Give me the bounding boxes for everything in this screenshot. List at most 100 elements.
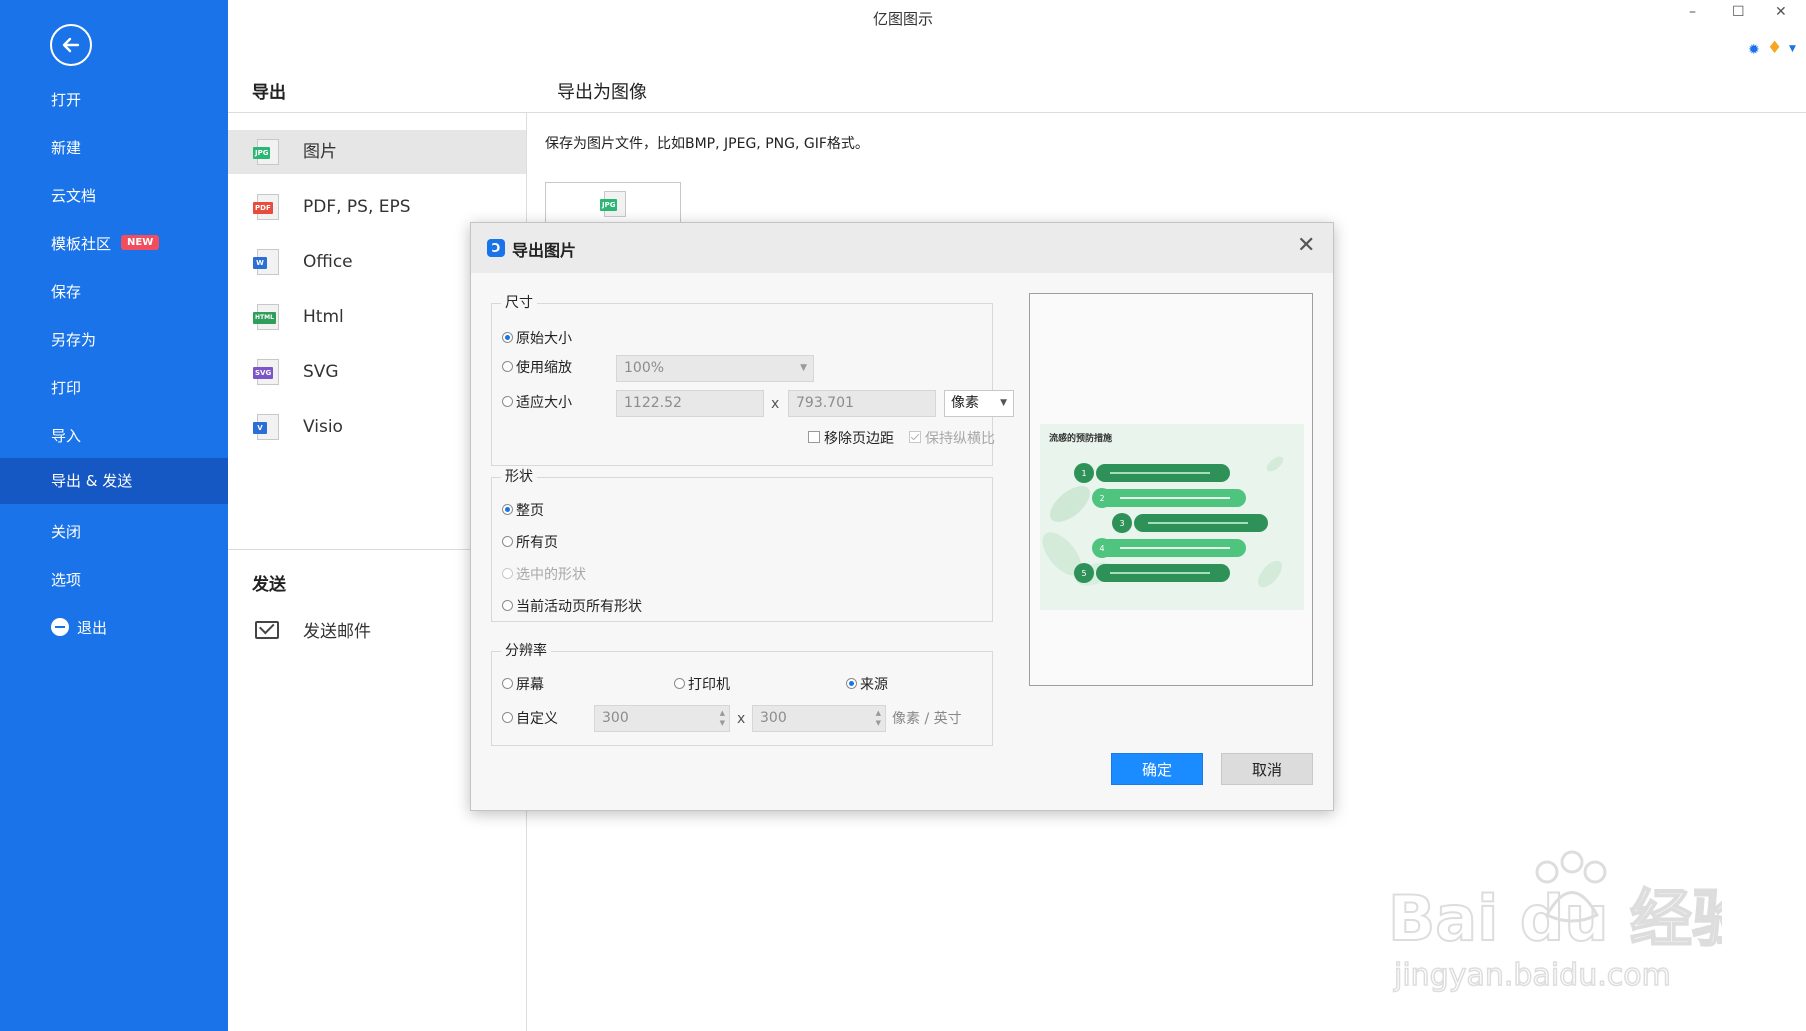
dialog-title: 导出图片: [512, 241, 577, 260]
radio-active-page-shapes[interactable]: 当前活动页所有形状: [502, 598, 642, 616]
radio-printer[interactable]: 打印机: [674, 676, 730, 694]
resolution-group: 分辨率 屏幕 打印机 来源 自定义 300 ▲ ▼ x 300 ▲ ▼ 像素 / 英寸: [491, 642, 993, 746]
watermark-brand: Bai du 经验: [1388, 882, 1722, 955]
radio-custom[interactable]: 自定义: [502, 710, 558, 728]
svg-file-icon: SVG: [253, 359, 279, 385]
sidebar-item-label: 导出 & 发送: [51, 472, 133, 490]
format-label: PDF, PS, EPS: [303, 197, 411, 217]
sidebar-item-new[interactable]: 新建: [0, 125, 228, 171]
radio-icon: [502, 711, 513, 723]
exit-icon: [51, 617, 69, 636]
dpi-x-field[interactable]: 300 ▲ ▼: [594, 705, 730, 732]
sidebar-item-close[interactable]: 关闭: [0, 509, 228, 555]
maximize-button[interactable]: ☐: [1732, 4, 1745, 20]
radio-icon: [502, 395, 513, 407]
dpi-x-value: 300: [602, 710, 629, 726]
sidebar-item-label: 保存: [51, 283, 82, 301]
radio-source[interactable]: 来源: [846, 676, 888, 694]
sidebar-item-open[interactable]: 打开: [0, 77, 228, 123]
watermark-url: jingyan.baidu.com: [1393, 958, 1671, 993]
radio-all-pages[interactable]: 所有页: [502, 534, 558, 552]
back-arrow-icon[interactable]: [50, 24, 92, 66]
checkbox-label: 保持纵横比: [925, 431, 995, 447]
sidebar-item-print[interactable]: 打印: [0, 365, 228, 411]
unit-select[interactable]: 像素 ▼: [944, 390, 1014, 417]
chevron-down-icon: ▼: [800, 363, 807, 373]
sidebar-item-exit[interactable]: 退出: [0, 605, 228, 651]
spinner-icon[interactable]: ▲ ▼: [720, 708, 725, 728]
radio-icon: [502, 360, 513, 372]
remove-margin-checkbox[interactable]: 移除页边距: [808, 430, 894, 448]
size-group: 尺寸 原始大小 使用缩放 100% ▼ 适应大小 1122.52 x 793.70…: [491, 294, 1014, 466]
svg-text:3: 3: [1119, 519, 1124, 528]
scale-select[interactable]: 100% ▼: [616, 355, 814, 382]
export-heading: 导出: [252, 83, 286, 103]
sidebar-item-label: 云文档: [51, 187, 97, 205]
sidebar-item-save-as[interactable]: 另存为: [0, 317, 228, 363]
cancel-button[interactable]: 取消: [1221, 753, 1313, 785]
send-email-label: 发送邮件: [303, 622, 371, 642]
vip-diamond-icon[interactable]: ♦: [1767, 38, 1782, 58]
chevron-down-icon[interactable]: ▼: [1789, 44, 1796, 54]
close-icon[interactable]: ✕: [1297, 235, 1315, 257]
mail-icon: [255, 621, 279, 639]
preview-pane: 流感的预防措施 1 2 3 4 5: [1029, 293, 1313, 686]
baidu-watermark: Bai du 经验 jingyan.baidu.com: [1387, 850, 1722, 994]
dpi-y-field[interactable]: 300 ▲ ▼: [752, 705, 886, 732]
radio-label: 屏幕: [516, 677, 544, 693]
format-label: SVG: [303, 362, 339, 382]
svg-text:5: 5: [1081, 569, 1086, 578]
theme-icon[interactable]: ✹: [1748, 42, 1760, 58]
radio-icon: [502, 535, 513, 547]
radio-icon: [502, 503, 513, 515]
app-logo-icon: Ↄ: [487, 239, 505, 257]
sidebar-item-import[interactable]: 导入: [0, 413, 228, 459]
minimize-button[interactable]: –: [1689, 4, 1696, 20]
sidebar-item-label: 新建: [51, 139, 82, 157]
jpg-file-icon: JPG: [600, 191, 626, 217]
sidebar-item-label: 选项: [51, 571, 82, 589]
sidebar-item-label: 打印: [51, 379, 82, 397]
radio-selected-shapes[interactable]: 选中的形状: [502, 566, 586, 584]
header-divider: [228, 112, 1806, 113]
unit-value: 像素: [951, 395, 979, 411]
width-field[interactable]: 1122.52: [616, 390, 764, 417]
radio-use-scale[interactable]: 使用缩放: [502, 359, 572, 377]
sidebar-item-template-community[interactable]: 模板社区 NEW: [0, 221, 228, 267]
dpi-y-value: 300: [760, 710, 787, 726]
sidebar-item-label: 模板社区: [51, 235, 112, 253]
radio-original-size[interactable]: 原始大小: [502, 330, 572, 348]
word-file-icon: W: [253, 249, 279, 275]
radio-icon: [502, 677, 513, 689]
radio-label: 当前活动页所有形状: [516, 599, 642, 615]
ok-button[interactable]: 确定: [1111, 753, 1203, 785]
radio-icon: [502, 331, 513, 343]
new-badge: NEW: [121, 235, 160, 250]
radio-fit-size[interactable]: 适应大小: [502, 394, 572, 412]
format-label: Visio: [303, 417, 343, 437]
spinner-icon[interactable]: ▲ ▼: [876, 708, 881, 728]
format-item-image[interactable]: JPG 图片: [228, 130, 526, 174]
dpi-unit: 像素 / 英寸: [892, 711, 962, 727]
format-label: Html: [303, 307, 344, 327]
sidebar-item-export-send[interactable]: 导出 & 发送: [0, 458, 228, 504]
checkbox-icon: [808, 431, 820, 443]
radio-label: 选中的形状: [516, 567, 586, 583]
checkbox-label: 移除页边距: [824, 431, 894, 447]
app-title: 亿图图示: [872, 10, 933, 28]
dialog-title-bar[interactable]: Ↄ 导出图片 ✕: [471, 223, 1333, 273]
keep-ratio-checkbox[interactable]: 保持纵横比: [909, 430, 995, 448]
radio-screen[interactable]: 屏幕: [502, 676, 544, 694]
times-sign: x: [737, 711, 746, 727]
svg-text:1: 1: [1081, 469, 1086, 478]
radio-icon: [846, 677, 857, 689]
sidebar-item-cloud-docs[interactable]: 云文档: [0, 173, 228, 219]
radio-icon: [502, 567, 513, 579]
radio-label: 所有页: [516, 535, 558, 551]
sidebar-item-options[interactable]: 选项: [0, 557, 228, 603]
close-window-button[interactable]: ✕: [1775, 4, 1787, 20]
sidebar-item-save[interactable]: 保存: [0, 269, 228, 315]
send-heading: 发送: [252, 575, 286, 595]
height-field[interactable]: 793.701: [788, 390, 936, 417]
radio-whole-page[interactable]: 整页: [502, 502, 544, 520]
